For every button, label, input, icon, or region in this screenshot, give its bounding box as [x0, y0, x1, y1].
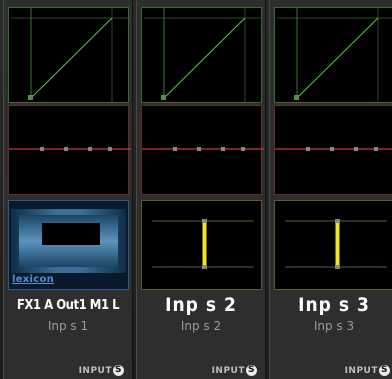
- s-button-icon[interactable]: S: [379, 365, 390, 376]
- channel-name-1[interactable]: FX1 A Out1 M1 L: [4, 298, 132, 313]
- dynamics-graph-1[interactable]: [8, 7, 129, 103]
- input-tag-3[interactable]: INPUT S: [345, 365, 390, 376]
- channel-input-1: Inp s 1: [47, 319, 89, 333]
- channel-name-2[interactable]: Inp s 2: [137, 294, 265, 316]
- fx-plugin-panel-1[interactable]: lexicon: [8, 200, 129, 290]
- channel-strip-2[interactable]: Inp s 2 Inp s 2 INPUT S: [136, 0, 266, 379]
- channel-strip-3[interactable]: Inp s 3 Inp s 3 INPUT S: [269, 0, 392, 379]
- input-tag-1[interactable]: INPUT S: [79, 365, 124, 376]
- s-button-icon[interactable]: S: [246, 365, 257, 376]
- lexicon-logo: lexicon: [12, 274, 55, 285]
- eq-graph-1[interactable]: [8, 105, 131, 195]
- channel-input-3: Inp s 3: [313, 319, 355, 333]
- mixer-console: lexicon FX1 A Out1 M1 L Inp s 1 INPUTS: [0, 0, 392, 379]
- level-graph-2[interactable]: [141, 200, 262, 290]
- input-tag-2[interactable]: INPUT S: [212, 365, 257, 376]
- channel-input-2: Inp s 2: [180, 319, 222, 333]
- eq-graph-3[interactable]: [274, 105, 392, 195]
- s-button-icon[interactable]: S: [113, 365, 124, 376]
- dynamics-graph-2[interactable]: [141, 7, 262, 103]
- channel-name-3[interactable]: Inp s 3: [270, 294, 392, 316]
- fx-plugin-window: [42, 223, 100, 245]
- level-graph-3[interactable]: [274, 200, 392, 290]
- channel-strip-1[interactable]: lexicon FX1 A Out1 M1 L Inp s 1 INPUT S: [3, 0, 133, 379]
- dynamics-graph-3[interactable]: [274, 7, 392, 103]
- eq-graph-2[interactable]: [141, 105, 264, 195]
